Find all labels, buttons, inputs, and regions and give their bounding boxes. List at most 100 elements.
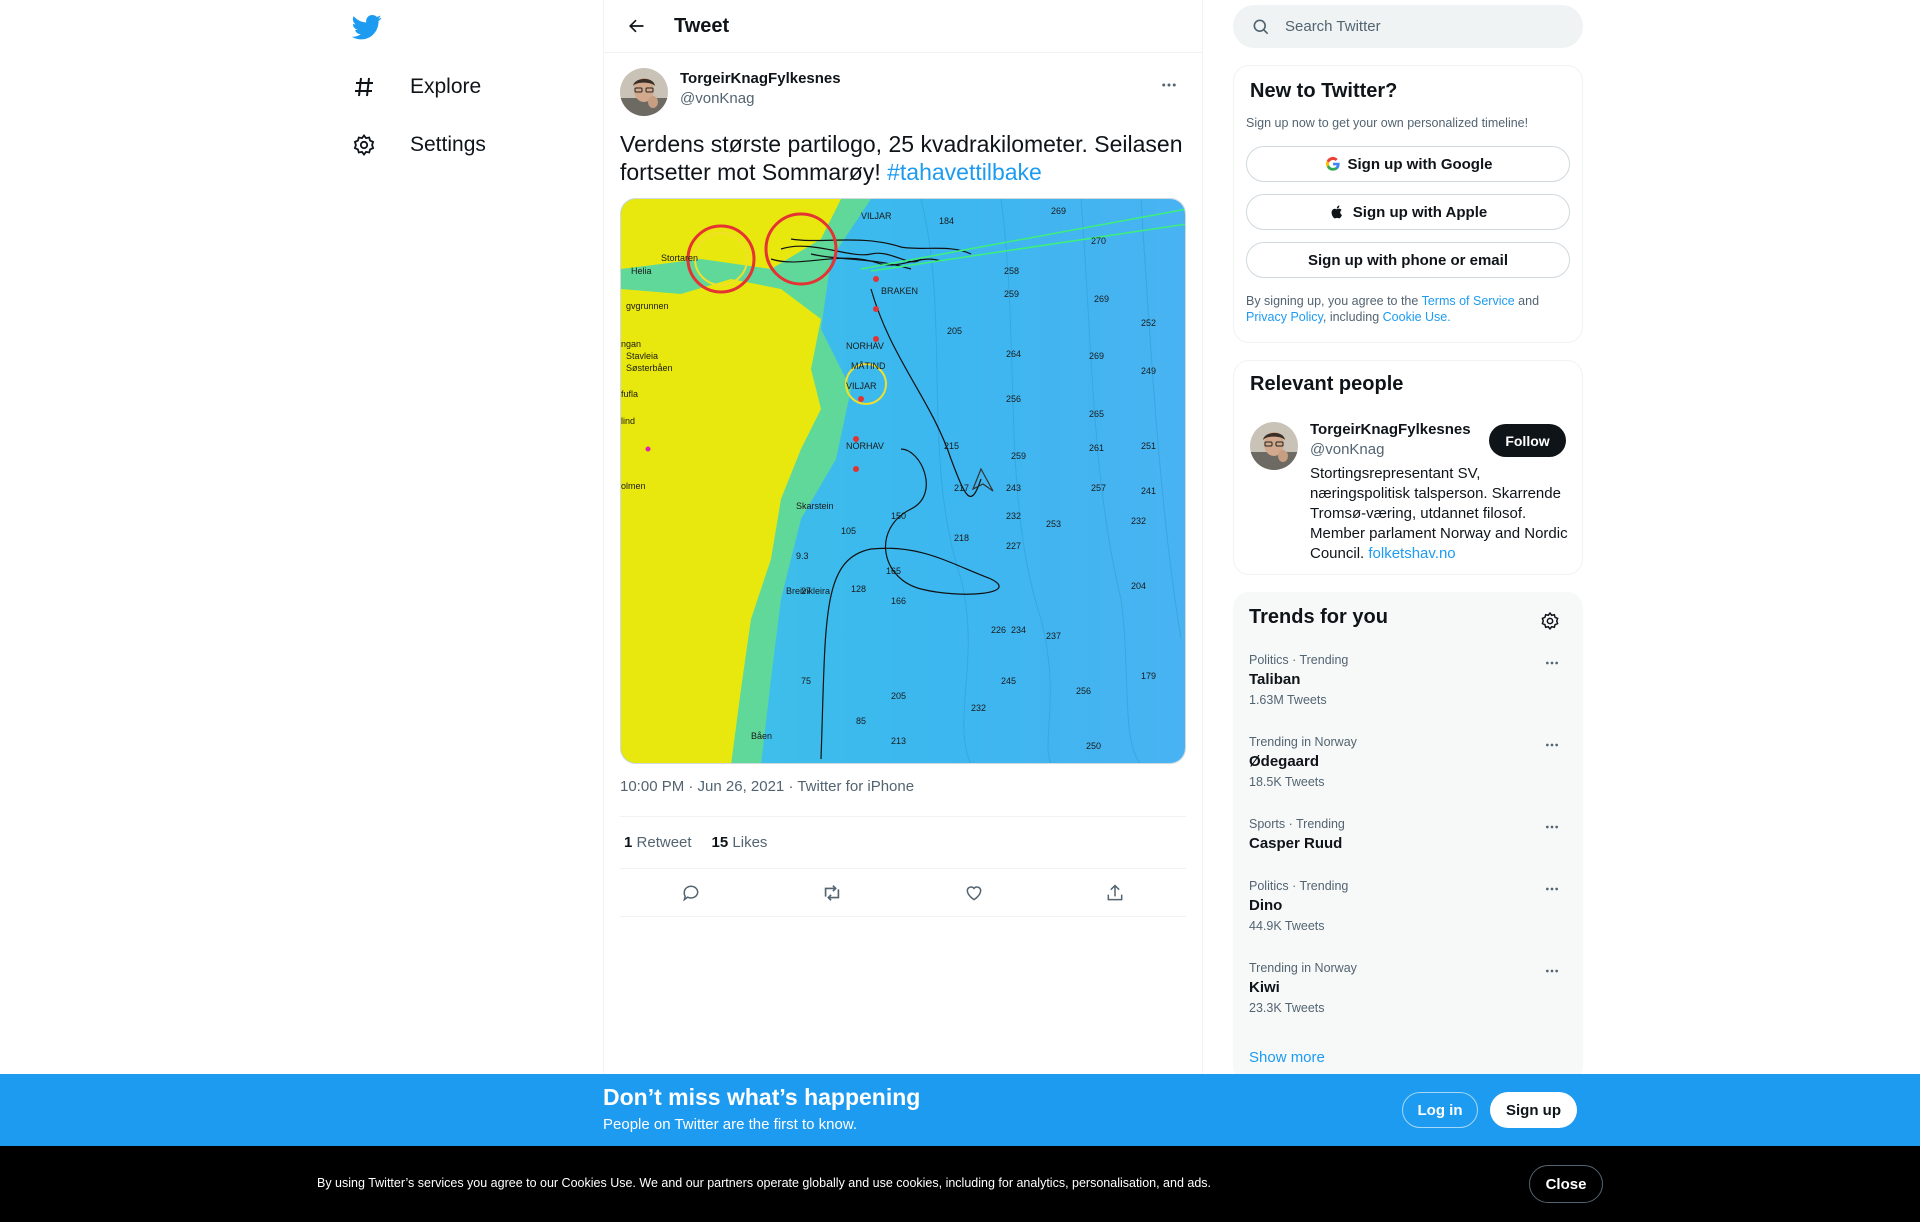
svg-text:Breivikleira: Breivikleira [786,586,830,596]
trend-more-button[interactable] [1537,651,1567,675]
trend-name: Dino [1249,897,1283,914]
legal-including: , including [1322,310,1383,324]
svg-text:Stortaren: Stortaren [661,253,698,263]
google-icon [1324,155,1342,173]
svg-text:253: 253 [1046,519,1061,529]
svg-text:150: 150 [891,511,906,521]
retweet-button[interactable] [814,875,850,911]
back-arrow-icon [629,19,644,33]
svg-text:256: 256 [1076,686,1091,696]
trend-category: Trending in Norway [1249,735,1357,749]
svg-text:234: 234 [1011,625,1026,635]
more-options-button[interactable] [1152,68,1186,102]
trend-more-button[interactable] [1537,815,1567,839]
signup-apple-button[interactable]: Sign up with Apple [1246,194,1570,230]
signup-button[interactable]: Sign up [1490,1092,1577,1128]
tweet-image-nautical-chart[interactable]: 184 269 270 258 259 269 252 205 264 269 249 256 … [620,198,1186,764]
svg-text:9.3: 9.3 [796,551,809,561]
author-handle[interactable]: @vonKnag [680,90,754,107]
trend-category: Politics · Trending [1249,653,1349,667]
signup-card: New to Twitter? Sign up now to get your … [1233,65,1583,343]
svg-text:Båen: Båen [751,731,772,741]
svg-text:250: 250 [1086,741,1101,751]
svg-text:204: 204 [1131,581,1146,591]
cookie-banner: By using Twitter’s services you agree to… [0,1146,1920,1222]
relevant-person-name[interactable]: TorgeirKnagFylkesnes [1310,421,1471,438]
svg-text:213: 213 [891,736,906,746]
svg-text:ngan: ngan [621,339,641,349]
author-name[interactable]: TorgeirKnagFylkesnes [680,70,841,87]
svg-text:166: 166 [891,596,906,606]
nav-explore[interactable]: Explore [350,62,481,112]
signup-legal-text: By signing up, you agree to the Terms of… [1246,293,1576,325]
svg-text:232: 232 [971,703,986,713]
trend-item[interactable]: Trending in Norway Ødegaard 18.5K Tweets [1233,735,1583,809]
hashtag-link[interactable]: #tahavettilbake [887,159,1042,185]
cookie-text: By using Twitter’s services you agree to… [317,1176,1212,1190]
trend-name: Taliban [1249,671,1301,688]
privacy-link[interactable]: Privacy Policy [1246,310,1323,324]
relevant-person-handle[interactable]: @vonKnag [1310,441,1384,458]
svg-text:85: 85 [856,716,866,726]
share-button[interactable] [1097,875,1133,911]
cookie-use-link[interactable]: Cookie Use. [1383,310,1451,324]
svg-text:269: 269 [1051,206,1066,216]
svg-text:261: 261 [1089,443,1104,453]
trend-category: Sports · Trending [1249,817,1345,831]
svg-text:257: 257 [1091,483,1106,493]
trend-more-button[interactable] [1537,959,1567,983]
signup-google-button[interactable]: Sign up with Google [1246,146,1570,182]
like-button[interactable] [956,875,992,911]
trend-category: Trending in Norway [1249,961,1357,975]
terms-link[interactable]: Terms of Service [1422,294,1515,308]
show-more-link[interactable]: Show more [1249,1049,1325,1066]
tweet-source[interactable]: Twitter for iPhone [797,778,914,795]
svg-text:218: 218 [954,533,969,543]
svg-text:265: 265 [1089,409,1104,419]
trend-more-button[interactable] [1537,877,1567,901]
svg-text:VILJAR: VILJAR [861,211,892,221]
svg-text:249: 249 [1141,366,1156,376]
retweets-stat[interactable]: 1 Retweet [624,834,692,851]
svg-text:NORHAV: NORHAV [846,341,884,351]
svg-text:232: 232 [1131,516,1146,526]
retweet-icon [825,884,840,901]
trend-count: 44.9K Tweets [1249,919,1325,933]
cookie-close-button[interactable]: Close [1529,1165,1603,1203]
more-icon [1546,887,1558,891]
more-icon [1546,661,1558,665]
twitter-logo-icon[interactable] [351,12,384,44]
signup-apple-label: Sign up with Apple [1352,203,1488,221]
search-bar[interactable] [1233,5,1583,48]
tweet-timestamp[interactable]: 10:00 PM · Jun 26, 2021 [620,778,784,795]
trends-settings-button[interactable] [1533,604,1567,638]
tweet-author: TorgeirKnagFylkesnes @vonKnag [620,68,1186,116]
trend-more-button[interactable] [1537,733,1567,757]
likes-stat[interactable]: 15 Likes [712,834,768,851]
trend-item[interactable]: Politics · Trending Taliban 1.63M Tweets [1233,653,1583,727]
svg-text:232: 232 [1006,511,1021,521]
trend-count: 1.63M Tweets [1249,693,1327,707]
back-button[interactable] [618,8,654,44]
login-button[interactable]: Log in [1402,1092,1478,1128]
nav-settings[interactable]: Settings [350,120,486,170]
bio-link[interactable]: folketshav.no [1368,545,1455,562]
legal-prefix: By signing up, you agree to the [1246,294,1422,308]
signup-google-label: Sign up with Google [1347,155,1493,173]
login-promo-banner: Don’t miss what’s happening People on Tw… [0,1074,1920,1146]
avatar[interactable] [620,68,668,116]
trend-item[interactable]: Politics · Trending Dino 44.9K Tweets [1233,879,1583,953]
trend-name: Ødegaard [1249,753,1320,770]
signup-phone-email-button[interactable]: Sign up with phone or email [1246,242,1570,278]
reply-button[interactable] [673,875,709,911]
trend-item[interactable]: Trending in Norway Kiwi 23.3K Tweets [1233,961,1583,1035]
avatar[interactable] [1250,422,1298,470]
svg-text:165: 165 [886,566,901,576]
trends-title: Trends for you [1249,606,1388,628]
svg-text:olmen: olmen [621,481,646,491]
svg-text:NORHAV: NORHAV [846,441,884,451]
svg-text:128: 128 [851,584,866,594]
nautical-chart-image: 184269270 258259 269 252205264 269249256 … [621,199,1185,763]
follow-button[interactable]: Follow [1489,424,1566,457]
search-input[interactable] [1285,18,1545,35]
